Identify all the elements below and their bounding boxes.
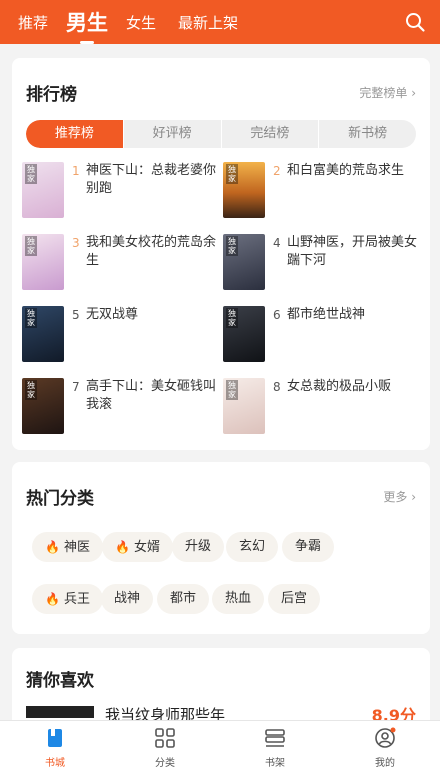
top-bar: 推荐 男生 女生 最新上架 [0, 0, 440, 44]
ranking-tabs: 推荐榜 好评榜 完结榜 新书榜 [26, 120, 416, 148]
book-cover: 独家 [223, 306, 265, 362]
rank-item[interactable]: 独家 2 和白富美的荒岛求生 [223, 162, 423, 222]
shelf-icon [264, 727, 286, 749]
rank-item[interactable]: 独家 3 我和美女校花的荒岛余生 [22, 234, 222, 294]
hot-categories-card: 热门分类 更多 › 🔥 神医 🔥 女婿 升级 玄幻 争霸 🔥 兵王 战神 都市 热血 … [12, 462, 430, 634]
category-tag[interactable]: 🔥 女婿 [102, 532, 173, 562]
book-cover: 独家 [223, 378, 265, 434]
rank-number: 8 [273, 380, 281, 394]
nav-label: 我的 [375, 758, 395, 769]
flame-icon: 🔥 [45, 540, 60, 554]
rank-number: 4 [273, 236, 281, 250]
user-icon [374, 727, 396, 749]
bottom-nav: 书城 分类 书架 我的 [0, 720, 440, 770]
book-cover[interactable] [26, 706, 94, 718]
book-icon [44, 727, 66, 749]
rank-number: 5 [72, 308, 80, 322]
rank-number: 7 [72, 380, 80, 394]
rank-item[interactable]: 独家 5 无双战尊 [22, 306, 222, 366]
ranking-card: 排行榜 完整榜单 › 推荐榜 好评榜 完结榜 新书榜 独家 1 神医下山：总裁老… [12, 58, 430, 450]
tab-recommend[interactable]: 推荐 [18, 12, 48, 33]
tab-new-book-rank[interactable]: 新书榜 [319, 120, 416, 148]
nav-label: 书城 [45, 758, 65, 769]
flame-icon: 🔥 [115, 540, 130, 554]
category-tag[interactable]: 升级 [172, 532, 225, 562]
nav-category[interactable]: 分类 [110, 721, 220, 770]
tab-male[interactable]: 男生 [66, 7, 108, 37]
rank-item[interactable]: 独家 4 山野神医，开局被美女踹下河 [223, 234, 423, 294]
book-title: 山野神医，开局被美女踹下河 [287, 235, 418, 268]
exclusive-badge: 独家 [226, 308, 238, 328]
rank-item[interactable]: 独家 8 女总裁的极品小贩 [223, 378, 423, 438]
exclusive-badge: 独家 [25, 164, 37, 184]
exclusive-badge: 独家 [25, 236, 37, 256]
ranking-title: 排行榜 [26, 85, 77, 105]
book-cover: 独家 [22, 378, 64, 434]
guess-title: 猜你喜欢 [26, 671, 94, 691]
exclusive-badge: 独家 [226, 236, 238, 256]
category-tag[interactable]: 后宫 [268, 584, 321, 614]
rank-number: 2 [273, 164, 281, 178]
tab-finished-rank[interactable]: 完结榜 [222, 120, 320, 148]
tab-good-rating-rank[interactable]: 好评榜 [124, 120, 222, 148]
rank-item[interactable]: 独家 7 高手下山：美女砸钱叫我滚 [22, 378, 222, 438]
book-cover: 独家 [22, 162, 64, 218]
grid-icon [154, 727, 176, 749]
nav-label: 书架 [265, 758, 285, 769]
rank-number: 1 [72, 164, 80, 178]
rank-item[interactable]: 独家 6 都市绝世战神 [223, 306, 423, 366]
book-cover: 独家 [223, 234, 265, 290]
tab-new-release[interactable]: 最新上架 [178, 12, 238, 33]
category-tag[interactable]: 🔥 兵王 [32, 584, 103, 614]
category-tag[interactable]: 战神 [101, 584, 154, 614]
book-title: 都市绝世战神 [287, 307, 366, 322]
book-title: 高手下山：美女砸钱叫我滚 [86, 379, 217, 412]
book-title: 女总裁的极品小贩 [287, 379, 392, 394]
rank-number: 6 [273, 308, 281, 322]
rank-item[interactable]: 独家 1 神医下山：总裁老婆你别跑 [22, 162, 222, 222]
category-tag[interactable]: 🔥 神医 [32, 532, 103, 562]
exclusive-badge: 独家 [25, 380, 37, 400]
tab-recommend-rank[interactable]: 推荐榜 [26, 120, 124, 148]
nav-mine[interactable]: 我的 [330, 721, 440, 770]
search-icon[interactable] [404, 11, 426, 33]
category-tag[interactable]: 玄幻 [226, 532, 279, 562]
flame-icon: 🔥 [45, 592, 60, 606]
category-tag[interactable]: 争霸 [282, 532, 335, 562]
exclusive-badge: 独家 [226, 164, 238, 184]
hot-categories-title: 热门分类 [26, 489, 94, 509]
book-cover: 独家 [223, 162, 265, 218]
book-cover: 独家 [22, 306, 64, 362]
book-title: 和白富美的荒岛求生 [287, 163, 405, 178]
more-categories-link[interactable]: 更多 › [383, 488, 416, 505]
nav-bookstore[interactable]: 书城 [0, 721, 110, 770]
tab-female[interactable]: 女生 [126, 12, 156, 33]
book-title: 无双战尊 [86, 307, 139, 322]
book-cover: 独家 [22, 234, 64, 290]
exclusive-badge: 独家 [226, 380, 238, 400]
book-title: 神医下山：总裁老婆你别跑 [86, 163, 217, 196]
category-tag[interactable]: 热血 [212, 584, 265, 614]
nav-label: 分类 [155, 758, 175, 769]
book-title: 我和美女校花的荒岛余生 [86, 235, 217, 268]
rank-number: 3 [72, 236, 80, 250]
nav-bookshelf[interactable]: 书架 [220, 721, 330, 770]
full-ranking-link[interactable]: 完整榜单 › [359, 84, 416, 101]
exclusive-badge: 独家 [25, 308, 37, 328]
category-tag[interactable]: 都市 [157, 584, 210, 614]
